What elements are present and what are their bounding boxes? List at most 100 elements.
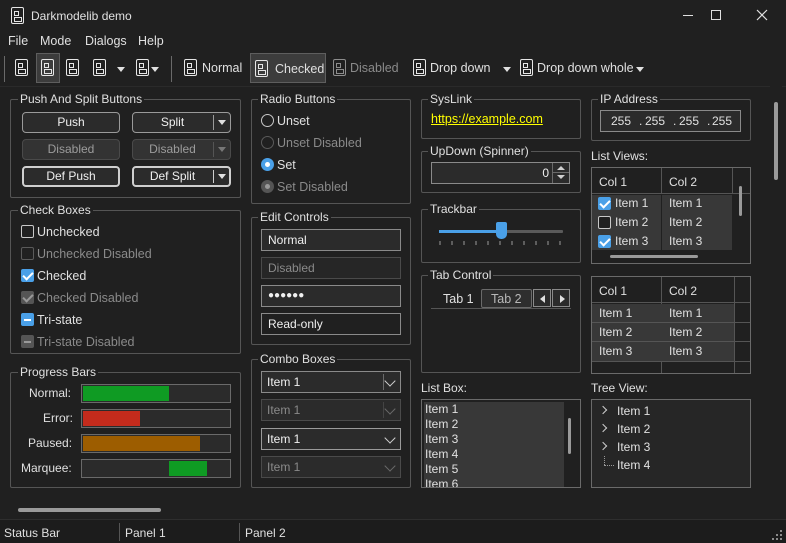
list-box-item[interactable]: Item 1 bbox=[425, 402, 458, 417]
ip-address-field[interactable]: 255 . 255 . 255 . 255 bbox=[600, 110, 741, 132]
lv1-row3-checkbox[interactable] bbox=[598, 235, 611, 248]
list-box-item[interactable]: Item 4 bbox=[425, 447, 458, 462]
tab-2[interactable]: Tab 2 bbox=[481, 289, 532, 308]
tb-icon-3-button[interactable] bbox=[62, 54, 84, 82]
horizontal-scrollbar-thumb[interactable] bbox=[18, 508, 161, 512]
set-radio[interactable] bbox=[261, 158, 274, 171]
normal-edit-value: Normal bbox=[268, 233, 307, 247]
chevron-right-icon[interactable] bbox=[598, 405, 608, 415]
list-view-2[interactable]: Col 1 Col 2 Item 1 Item 1 Item 2 Item 2 … bbox=[591, 276, 751, 374]
vertical-scrollbar[interactable] bbox=[770, 86, 782, 517]
spinner-buttons[interactable] bbox=[552, 163, 569, 183]
tb-dropdown-button[interactable]: Drop down bbox=[410, 54, 516, 82]
password-edit-value: ●●●●●● bbox=[268, 290, 305, 301]
dropdown-arrow-icon bbox=[151, 67, 159, 72]
disabled-split-label: Disabled bbox=[149, 142, 196, 156]
list-box-item[interactable]: Item 5 bbox=[425, 462, 458, 477]
tab-panel-line bbox=[431, 308, 571, 309]
tb-dropdown-whole-button[interactable]: Drop down whole bbox=[517, 54, 647, 82]
spinner-up-icon[interactable] bbox=[557, 166, 565, 170]
tb-checked-label: Checked bbox=[275, 62, 325, 76]
split-button[interactable]: Split bbox=[132, 112, 231, 133]
tree-item[interactable]: Item 4 bbox=[617, 458, 650, 472]
toolbar-grip bbox=[4, 56, 5, 82]
tab-scroll-left-button[interactable] bbox=[533, 289, 551, 307]
tree-item[interactable]: Item 1 bbox=[617, 404, 650, 418]
menu-dialogs[interactable]: Dialogs bbox=[85, 34, 127, 48]
lv2-row1-col1[interactable]: Item 1 bbox=[599, 304, 632, 322]
paused-progress-bar bbox=[81, 434, 231, 453]
list-box[interactable]: Item 1 Item 2 Item 3 Item 4 Item 5 Item … bbox=[421, 399, 581, 488]
split-arrow-icon bbox=[218, 120, 226, 125]
combo-box-1[interactable]: Item 1 bbox=[261, 371, 401, 393]
readonly-edit-field[interactable]: Read-only bbox=[261, 313, 401, 335]
lv1-row2-col1[interactable]: Item 2 bbox=[615, 213, 648, 231]
list-box-item[interactable]: Item 2 bbox=[425, 417, 458, 432]
lv2-col1-header[interactable]: Col 1 bbox=[599, 284, 627, 298]
checked-label: Checked bbox=[37, 269, 87, 283]
horizontal-scrollbar[interactable] bbox=[0, 503, 770, 517]
spinner-field[interactable]: 0 bbox=[431, 162, 570, 184]
trackbar-fill bbox=[439, 230, 501, 233]
lv1-row2-checkbox[interactable] bbox=[598, 216, 611, 229]
list-view-1[interactable]: Col 1 Col 2 Item 1 Item 1 Item 2 Item 2 … bbox=[591, 167, 751, 264]
lv2-col2-header[interactable]: Col 2 bbox=[669, 284, 697, 298]
tb-icon-4-button[interactable] bbox=[88, 54, 128, 82]
chevron-down-icon bbox=[384, 375, 396, 387]
ip-octet-2[interactable]: 255 bbox=[645, 114, 665, 128]
tb-icon-1-button[interactable] bbox=[11, 54, 33, 82]
syslink-link[interactable]: https://example.com bbox=[431, 112, 543, 126]
lv2-row3-col1[interactable]: Item 3 bbox=[599, 342, 632, 360]
disabled-edit-field: Disabled bbox=[261, 257, 401, 279]
password-edit-field[interactable]: ●●●●●● bbox=[261, 285, 401, 307]
unset-radio[interactable] bbox=[261, 114, 274, 127]
vertical-scrollbar-thumb[interactable] bbox=[774, 102, 778, 180]
trackbar-thumb[interactable] bbox=[496, 222, 507, 239]
menu-help[interactable]: Help bbox=[138, 34, 164, 48]
def-push-button[interactable]: Def Push bbox=[22, 166, 120, 187]
lv1-col2-header[interactable]: Col 2 bbox=[669, 175, 697, 189]
resize-grip-icon[interactable] bbox=[770, 528, 784, 542]
tristate-checkbox[interactable] bbox=[21, 313, 34, 326]
tab-1[interactable]: Tab 1 bbox=[443, 292, 474, 306]
combo-divider bbox=[383, 374, 384, 390]
chevron-right-icon[interactable] bbox=[598, 441, 608, 451]
lv1-row1-col1[interactable]: Item 1 bbox=[615, 194, 648, 212]
maximize-button[interactable] bbox=[696, 0, 736, 30]
tb-checked-button[interactable]: Checked bbox=[250, 53, 326, 83]
lv1-hscroll-thumb[interactable] bbox=[610, 255, 698, 258]
tristate-disabled-label: Tri-state Disabled bbox=[37, 335, 135, 349]
lv1-row1-checkbox[interactable] bbox=[598, 197, 611, 210]
ip-octet-4[interactable]: 255 bbox=[712, 114, 732, 128]
ip-octet-1[interactable]: 255 bbox=[611, 114, 631, 128]
push-button[interactable]: Push bbox=[22, 112, 120, 133]
unchecked-checkbox[interactable] bbox=[21, 225, 34, 238]
normal-edit-field[interactable]: Normal bbox=[261, 229, 401, 251]
tab-scroll-right-button[interactable] bbox=[552, 289, 570, 307]
spinner-down-icon[interactable] bbox=[557, 175, 565, 179]
tb-normal-button[interactable]: Normal bbox=[180, 54, 246, 82]
list-box-item[interactable]: Item 6 bbox=[425, 477, 458, 487]
def-split-button[interactable]: Def Split bbox=[132, 166, 231, 187]
tree-view[interactable]: Item 1 Item 2 Item 3 Item 4 bbox=[591, 399, 751, 488]
lv1-vscroll-thumb[interactable] bbox=[739, 186, 742, 216]
list-box-scrollbar-thumb[interactable] bbox=[568, 418, 571, 454]
list-box-item[interactable]: Item 3 bbox=[425, 432, 458, 447]
tree-item[interactable]: Item 2 bbox=[617, 422, 650, 436]
tb-icon-2-button[interactable] bbox=[36, 53, 60, 83]
ip-octet-3[interactable]: 255 bbox=[679, 114, 699, 128]
chevron-right-icon[interactable] bbox=[598, 423, 608, 433]
combo-box-3[interactable]: Item 1 bbox=[261, 428, 401, 450]
lv2-row2-col1[interactable]: Item 2 bbox=[599, 323, 632, 341]
push-split-title: Push And Split Buttons bbox=[18, 92, 145, 106]
tb-normal-label: Normal bbox=[202, 61, 243, 75]
menu-file[interactable]: File bbox=[8, 34, 28, 48]
lv1-col1-header[interactable]: Col 1 bbox=[599, 175, 627, 189]
checked-checkbox[interactable] bbox=[21, 269, 34, 282]
close-button[interactable] bbox=[742, 0, 782, 30]
menu-mode[interactable]: Mode bbox=[40, 34, 71, 48]
lv1-row3-col1[interactable]: Item 3 bbox=[615, 232, 648, 250]
tree-item[interactable]: Item 3 bbox=[617, 440, 650, 454]
tb-icon-5-button[interactable] bbox=[132, 54, 162, 82]
ip-address-title: IP Address bbox=[598, 92, 660, 106]
